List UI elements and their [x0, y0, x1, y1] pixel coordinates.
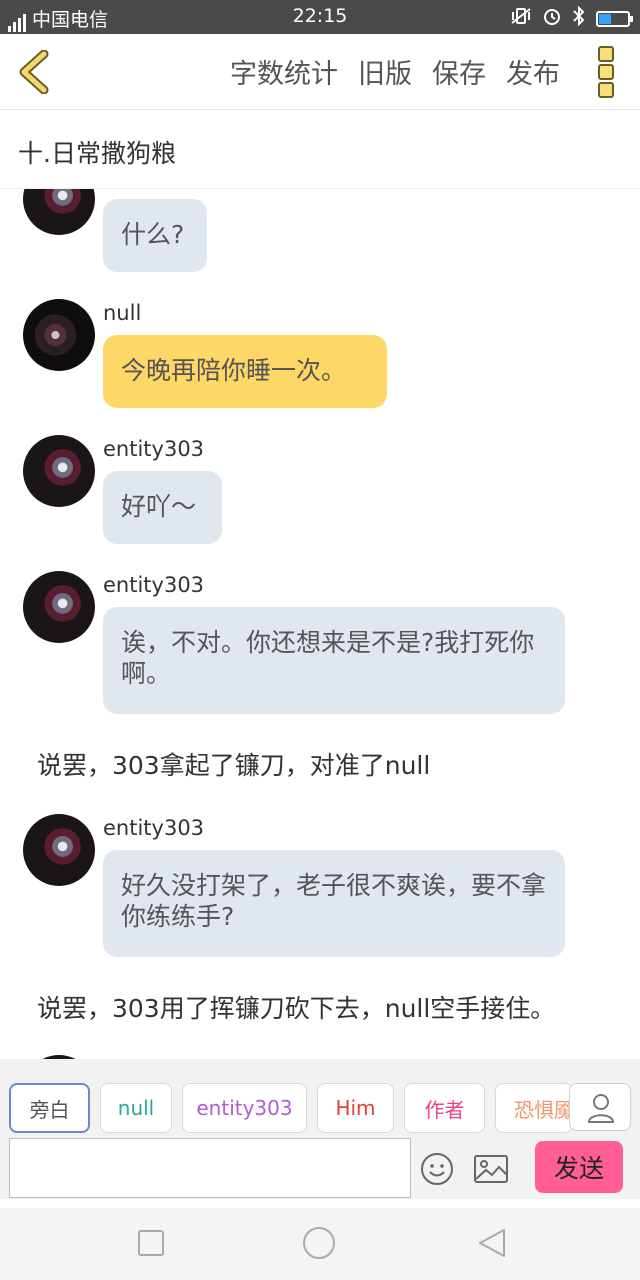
home-button[interactable] [302, 1226, 336, 1264]
chapter-title: 十.日常撒狗粮 [18, 139, 176, 168]
editor-toolbar: 字数统计 旧版 保存 发布 [0, 34, 640, 110]
role-tag-author[interactable]: 作者 [404, 1083, 485, 1133]
emoji-button[interactable] [420, 1152, 454, 1186]
avatar[interactable] [23, 571, 95, 643]
person-icon [587, 1094, 615, 1123]
circle-icon [303, 1227, 335, 1259]
avatar[interactable] [23, 189, 95, 235]
message-bubble[interactable]: 好吖～ [103, 471, 222, 544]
bluetooth-icon [572, 5, 586, 31]
more-vertical-icon[interactable] [598, 46, 614, 98]
chevron-left-icon [19, 49, 49, 95]
message-bubble[interactable]: 好久没打架了，老子很不爽诶，要不拿你练练手? [103, 850, 565, 957]
avatar[interactable] [23, 299, 95, 371]
speaker-name: entity303 [103, 816, 205, 840]
alarm-icon [542, 6, 562, 31]
role-tag-him[interactable]: Him [317, 1083, 394, 1133]
publish-button[interactable]: 发布 [506, 52, 560, 91]
battery-icon [596, 10, 633, 27]
composer-panel: 旁白 null entity303 Him 作者 恐惧魇 发送 [0, 1059, 640, 1199]
message-bubble[interactable]: 今晚再陪你睡一次。 [103, 335, 387, 408]
narration-text[interactable]: 说罢，303用了挥镰刀砍下去，null空手接住。 [37, 989, 555, 1025]
triangle-back-icon [479, 1229, 505, 1257]
insert-image-button[interactable] [473, 1154, 509, 1184]
chapter-header: 十.日常撒狗粮 [0, 110, 640, 189]
role-tag-entity303[interactable]: entity303 [182, 1083, 307, 1133]
narration-text[interactable]: 说罢，303拿起了镰刀，对准了null [37, 746, 430, 782]
message-bubble[interactable]: 什么? [103, 199, 207, 272]
role-tag-null[interactable]: null [100, 1083, 172, 1133]
manage-roles-button[interactable] [569, 1083, 631, 1131]
system-back-button[interactable] [476, 1227, 508, 1263]
status-icons [510, 5, 633, 31]
square-icon [138, 1230, 164, 1256]
message-input[interactable] [9, 1138, 411, 1198]
speaker-name: null [103, 301, 142, 325]
role-tag-fear[interactable]: 恐惧魇 [495, 1083, 573, 1133]
toolbar-actions: 字数统计 旧版 保存 发布 [230, 52, 560, 91]
speaker-name: entity303 [103, 437, 205, 461]
role-tag-narrator[interactable]: 旁白 [9, 1083, 90, 1133]
recent-apps-button[interactable] [136, 1228, 166, 1262]
avatar[interactable] [23, 814, 95, 886]
message-bubble[interactable]: 诶，不对。你还想来是不是?我打死你啊。 [103, 607, 565, 714]
system-navigation-bar [0, 1208, 640, 1280]
speaker-name: entity303 [103, 573, 205, 597]
back-button[interactable] [14, 49, 54, 95]
status-bar: 中国电信 22:15 [0, 0, 640, 34]
save-button[interactable]: 保存 [432, 52, 486, 91]
smiley-icon [421, 1153, 453, 1185]
chat-list[interactable]: 什么? null 今晚再陪你睡一次。 entity303 好吖～ entity3… [0, 189, 640, 1059]
image-icon [474, 1155, 508, 1183]
send-button[interactable]: 发送 [535, 1141, 623, 1193]
vibrate-icon [510, 7, 532, 30]
old-version-button[interactable]: 旧版 [358, 52, 412, 91]
word-count-button[interactable]: 字数统计 [230, 52, 338, 91]
avatar[interactable] [23, 435, 95, 507]
